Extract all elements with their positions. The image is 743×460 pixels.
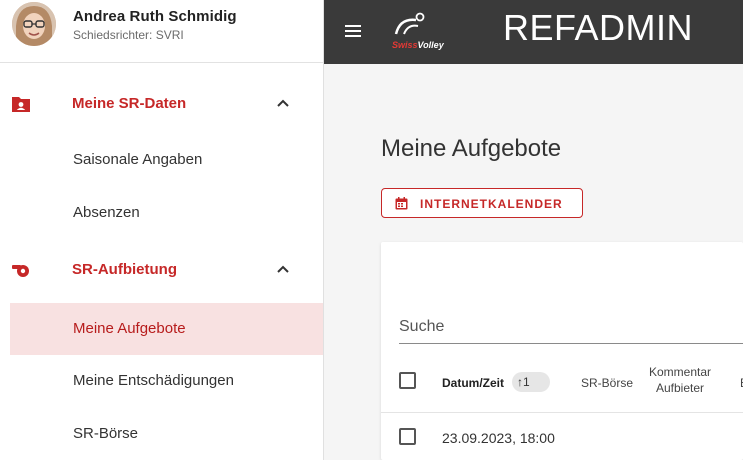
column-header-line: Kommentar	[649, 365, 712, 379]
row-checkbox[interactable]	[399, 428, 416, 445]
aufgebote-table-card: Suche Datum/Zeit ↑1 SR-Börse Kommentar A…	[381, 242, 743, 460]
main-content: Meine Aufgebote INTERNETKALENDER Suche D…	[324, 64, 743, 460]
sidebar-item-label: Saisonale Angaben	[73, 151, 203, 168]
sidebar-group-meine-sr-daten[interactable]: Meine SR-Daten	[0, 78, 324, 130]
sidebar-item-label: Meine Entschädigungen	[73, 372, 234, 389]
column-header-kommentar-aufbieter[interactable]: Kommentar Aufbieter	[649, 364, 711, 396]
app-title: REFADMIN	[503, 7, 694, 48]
sidebar-group-label: SR-Aufbietung	[72, 261, 177, 278]
calendar-icon	[395, 197, 408, 210]
logo-text-swiss: Swiss	[392, 40, 418, 50]
sort-badge-text: ↑1	[517, 375, 530, 389]
user-role: Schiedsrichter: SVRI	[73, 28, 184, 42]
search-placeholder: Suche	[399, 318, 445, 335]
logo-text: SwissVolley	[392, 40, 444, 50]
sidebar-item-meine-entschaedigungen[interactable]: Meine Entschädigungen	[0, 355, 324, 407]
column-header-line: Aufbieter	[656, 381, 705, 395]
user-name: Andrea Ruth Schmidig	[73, 8, 237, 25]
sidebar: Andrea Ruth Schmidig Schiedsrichter: SVR…	[0, 0, 324, 460]
sidebar-item-label: SR-Börse	[73, 425, 139, 442]
chevron-up-icon	[276, 262, 290, 276]
swissvolley-logo: SwissVolley	[390, 10, 454, 56]
avatar	[12, 2, 56, 46]
column-header-datum-zeit[interactable]: Datum/Zeit	[442, 376, 504, 390]
sort-badge[interactable]: ↑1	[512, 372, 550, 392]
sidebar-item-label: Absenzen	[73, 204, 140, 221]
page-title: Meine Aufgebote	[381, 135, 562, 162]
whistle-icon	[11, 261, 31, 279]
sidebar-group-sr-aufbietung[interactable]: SR-Aufbietung	[0, 244, 324, 296]
column-header-sr-boerse[interactable]: SR-Börse	[581, 376, 633, 390]
sidebar-item-label: Meine Aufgebote	[73, 320, 186, 337]
internetkalender-button[interactable]: INTERNETKALENDER	[381, 188, 583, 218]
select-all-checkbox[interactable]	[399, 372, 416, 389]
person-folder-icon	[11, 95, 31, 113]
logo-text-volley: Volley	[417, 40, 444, 50]
user-profile[interactable]: Andrea Ruth Schmidig Schiedsrichter: SVR…	[0, 0, 324, 63]
table-cell-datetime: 23.09.2023, 18:00	[442, 430, 555, 446]
hamburger-menu-icon[interactable]	[345, 24, 361, 38]
app-root: Andrea Ruth Schmidig Schiedsrichter: SVR…	[0, 0, 743, 460]
sidebar-item-sr-boerse[interactable]: SR-Börse	[0, 408, 324, 460]
sidebar-item-saisonale-angaben[interactable]: Saisonale Angaben	[0, 134, 324, 186]
chevron-up-icon	[276, 96, 290, 110]
header-divider	[381, 412, 743, 413]
search-input[interactable]: Suche	[399, 314, 743, 344]
internetkalender-label: INTERNETKALENDER	[420, 197, 563, 211]
sidebar-group-label: Meine SR-Daten	[72, 95, 187, 112]
sidebar-item-meine-aufgebote[interactable]: Meine Aufgebote	[10, 303, 323, 355]
sidebar-item-absenzen[interactable]: Absenzen	[0, 187, 324, 239]
top-app-bar: SwissVolley REFADMIN	[324, 0, 743, 64]
